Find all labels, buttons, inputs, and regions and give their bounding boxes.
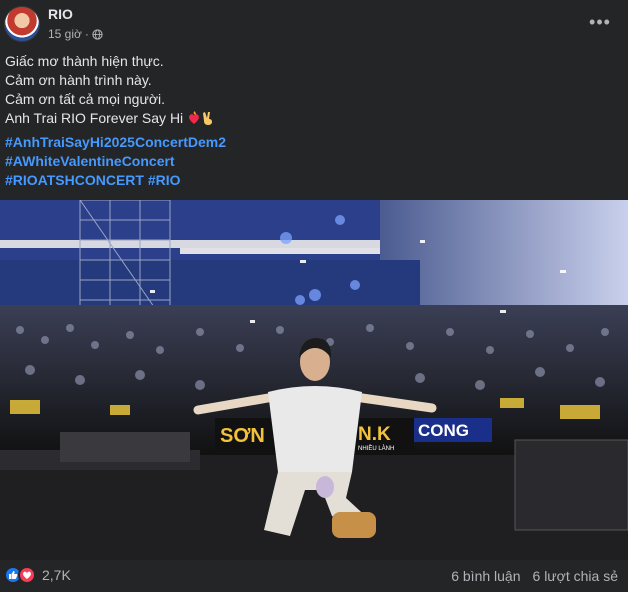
comment-count[interactable]: 6 bình luận: [451, 568, 520, 584]
fire-heart-icon: [189, 111, 200, 124]
post-text: Giấc mơ thành hiện thực. Cảm ơn hành trì…: [5, 52, 605, 128]
engagement-stats: 6 bình luận 6 lượt chia sẻ: [451, 568, 618, 584]
love-icon: [18, 566, 36, 584]
text-line-4-label: Anh Trai RIO Forever Say Hi: [5, 110, 184, 126]
text-line-1: Giấc mơ thành hiện thực.: [5, 53, 164, 69]
stage-sign-cong: CONG: [418, 421, 469, 440]
hashtag-line-3: #RIOATSHCONCERT #RIO: [5, 171, 605, 190]
more-options-button[interactable]: •••: [588, 12, 612, 36]
stage-monitor-left: [60, 432, 190, 462]
reaction-summary[interactable]: 2,7K: [4, 566, 71, 584]
hashtags: #AnhTraiSayHi2025ConcertDem2 #AWhiteVale…: [5, 133, 605, 190]
text-line-3: Cảm ơn tất cả mọi người.: [5, 91, 166, 107]
author-name[interactable]: RIO: [48, 6, 73, 22]
facebook-post: RIO 15 giờ · ••• Giấc mơ thành hiện thực…: [0, 0, 628, 592]
text-line-2: Cảm ơn hành trình này.: [5, 72, 152, 88]
avatar[interactable]: [4, 6, 40, 42]
hashtag-rio[interactable]: #RIO: [148, 172, 181, 188]
hashtag-rioatshconcert[interactable]: #RIOATSHCONCERT: [5, 172, 144, 188]
meta-dot: ·: [84, 27, 89, 41]
post-header: RIO 15 giờ · •••: [0, 0, 628, 48]
hashtag-anhtraisayhi[interactable]: #AnhTraiSayHi2025ConcertDem2: [5, 133, 605, 152]
victory-hand-icon: [203, 112, 213, 125]
text-line-4: Anh Trai RIO Forever Say Hi: [5, 109, 605, 128]
share-count[interactable]: 6 lượt chia sẻ: [533, 568, 618, 584]
stage-sign-nk: N.K: [358, 424, 391, 445]
post-footer: 2,7K 6 bình luận 6 lượt chia sẻ: [0, 560, 628, 592]
globe-icon[interactable]: [92, 28, 103, 40]
stage-sign-sub: NHIỀU LÀNH: [358, 445, 394, 452]
post-photo[interactable]: SƠN N.K NHIỀU LÀNH CONG: [0, 200, 628, 560]
post-meta: 15 giờ ·: [48, 27, 103, 41]
stage-monitor-right: [514, 439, 628, 531]
reaction-count: 2,7K: [42, 567, 71, 583]
hashtag-awhitevalentine[interactable]: #AWhiteValentineConcert: [5, 152, 605, 171]
stage-sign-son: SƠN: [220, 425, 265, 447]
post-time[interactable]: 15 giờ: [48, 27, 82, 41]
